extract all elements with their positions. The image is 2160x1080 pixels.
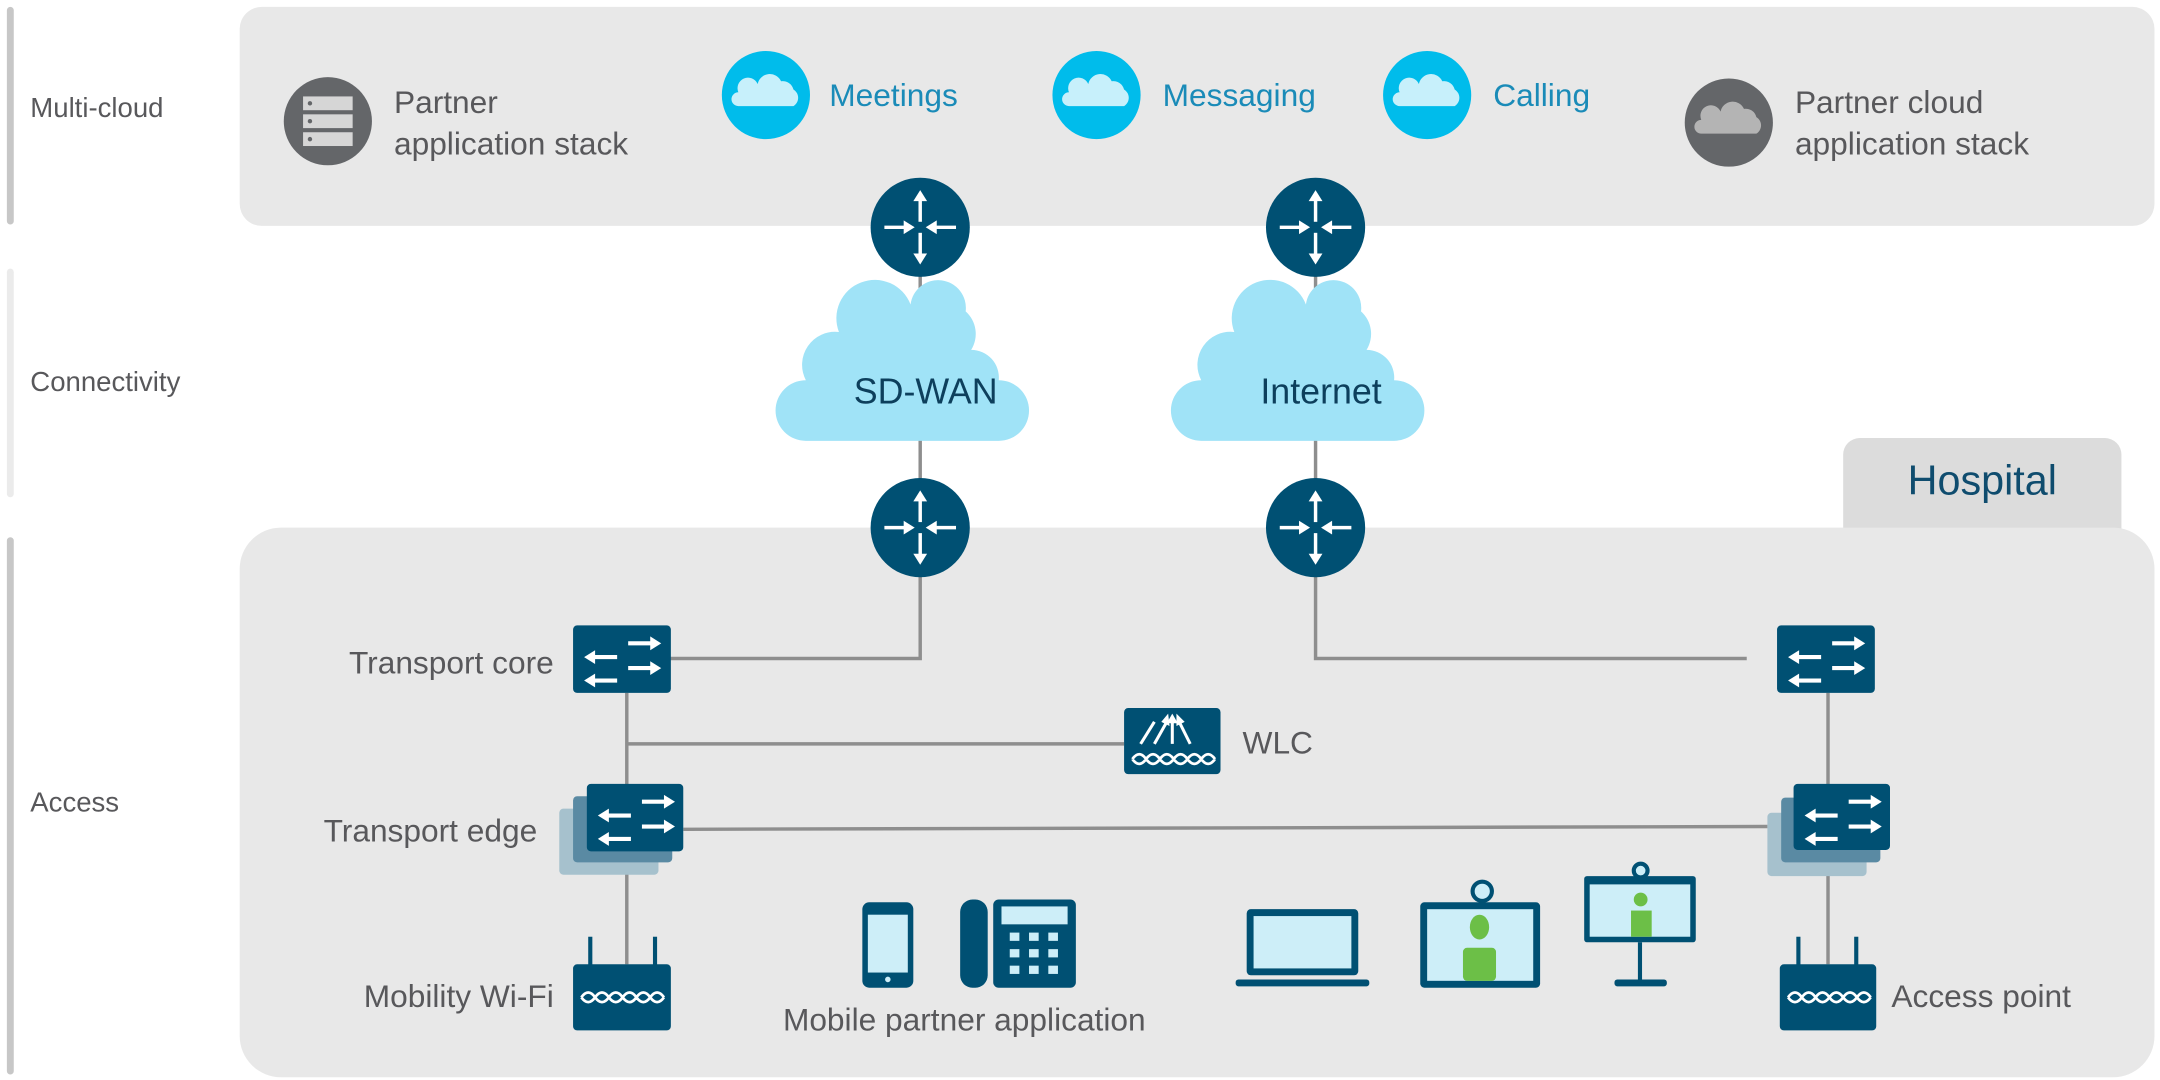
service-label: Messaging	[1163, 77, 1316, 113]
partner-stack-label-2: application stack	[394, 125, 628, 161]
partner-stack-label-1: Partner	[394, 84, 498, 120]
access-point-label: Access point	[1891, 978, 2071, 1014]
router-icon	[1264, 476, 1367, 579]
access-layer-bar	[6, 537, 14, 1075]
laptop-icon	[1235, 909, 1370, 987]
switch-icon	[586, 783, 684, 852]
partner-cloud-label-2: application stack	[1795, 125, 2029, 161]
mobile-phone-icon	[862, 902, 914, 988]
layer-label-access: Access	[30, 786, 119, 817]
switch-icon	[1793, 783, 1890, 850]
wlc-icon	[1124, 708, 1221, 775]
mobile-partner-application-label: Mobile partner application	[783, 1001, 1146, 1037]
hospital-core-switch	[1777, 625, 1875, 693]
layer-label-connectivity: Connectivity	[30, 366, 180, 397]
service-label: Meetings	[829, 77, 958, 113]
internet-cloud: Internet	[1170, 279, 1425, 441]
partner-cloud-label-1: Partner cloud	[1795, 84, 1983, 120]
mobility-wifi-label: Mobility Wi-Fi	[364, 978, 554, 1014]
connectivity-layer-bar	[6, 268, 14, 498]
switch-icon	[1777, 625, 1875, 693]
hospital-label: Hospital	[1908, 458, 2057, 504]
router-icon	[868, 175, 972, 279]
transport-edge-label: Transport edge	[324, 813, 538, 849]
transport-core-label: Transport core	[349, 645, 554, 681]
service-label: Calling	[1493, 77, 1590, 113]
sdwan-label: SD-WAN	[854, 372, 998, 412]
sdwan-cloud: SD-WAN	[775, 279, 1030, 441]
switch-icon	[573, 625, 671, 693]
hospital-edge-switch-stack	[1767, 783, 1890, 877]
internet-label: Internet	[1260, 372, 1381, 412]
router-icon	[868, 476, 972, 579]
layer-label-multicloud: Multi-cloud	[30, 92, 163, 123]
server-stack-icon	[283, 77, 372, 166]
wlc-label: WLC	[1243, 725, 1313, 761]
multicloud-layer-bar	[6, 6, 14, 225]
network-diagram: Multi-cloud Connectivity Access Hospital…	[6, 6, 2155, 1078]
router-icon	[1264, 175, 1367, 279]
ip-phone-icon	[960, 899, 1076, 988]
